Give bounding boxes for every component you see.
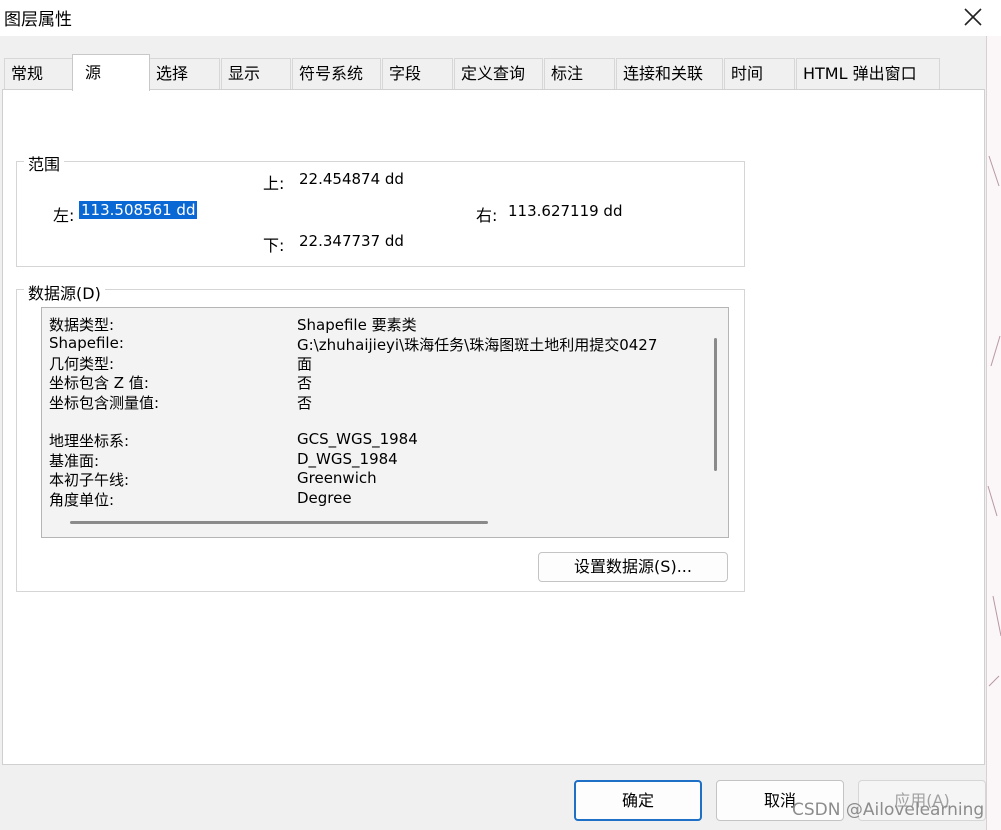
info-value: Shapefile 要素类 (297, 316, 417, 334)
tab-definition-query[interactable]: 定义查询 (454, 58, 543, 89)
extent-legend: 范围 (24, 151, 65, 175)
extent-left-label: 左: (53, 206, 75, 225)
info-value: 否 (297, 394, 313, 412)
tab-time[interactable]: 时间 (724, 58, 795, 89)
extent-bottom-value: 22.347737 dd (299, 232, 404, 250)
close-icon (964, 8, 982, 26)
extent-right-value: 113.627119 dd (508, 202, 623, 220)
window-title: 图层属性 (4, 10, 72, 30)
extent-right-label: 右: (476, 206, 498, 225)
info-key: 本初子午线: (49, 471, 130, 489)
horizontal-scrollbar[interactable] (70, 521, 488, 524)
extent-bottom-label: 下: (263, 236, 285, 255)
tab-joins-relates[interactable]: 连接和关联 (616, 58, 723, 89)
ok-button[interactable]: 确定 (574, 780, 702, 821)
info-key: 坐标包含 Z 值: (49, 374, 149, 392)
tab-strip: 常规 源 选择 显示 符号系统 字段 定义查询 标注 连接和关联 时间 HTML… (0, 54, 986, 91)
extent-left-value[interactable]: 113.508561 dd (79, 201, 198, 219)
tab-selection[interactable]: 选择 (149, 58, 220, 89)
info-value: Greenwich (297, 469, 377, 487)
info-row: 地理坐标系: GCS_WGS_1984 (42, 430, 702, 450)
info-key: 几何类型: (49, 355, 115, 373)
csdn-watermark: CSDN @Ailovelearning (792, 800, 985, 820)
info-row: 坐标包含 Z 值: 否 (42, 372, 702, 392)
tab-labels[interactable]: 标注 (544, 58, 615, 89)
data-source-legend: 数据源(D) (24, 280, 105, 304)
set-data-source-button[interactable]: 设置数据源(S)... (538, 552, 728, 582)
close-button[interactable] (959, 3, 987, 31)
background-window-edge (986, 36, 1001, 830)
info-row: 数据类型: Shapefile 要素类 (42, 314, 702, 334)
info-value: G:\zhuhaijieyi\珠海任务\珠海图斑土地利用提交0427 (297, 336, 658, 354)
info-key: 地理坐标系: (49, 432, 130, 450)
info-key: 基准面: (49, 452, 100, 470)
info-row: 角度单位: Degree (42, 489, 702, 509)
tab-html-popup[interactable]: HTML 弹出窗口 (796, 58, 940, 89)
tab-fields[interactable]: 字段 (382, 58, 453, 89)
info-row: 几何类型: 面 (42, 353, 702, 373)
title-bar: 图层属性 (0, 0, 1001, 36)
info-row: Shapefile: G:\zhuhaijieyi\珠海任务\珠海图斑土地利用提… (42, 334, 702, 354)
tab-general[interactable]: 常规 (4, 58, 74, 89)
info-row: 坐标包含测量值: 否 (42, 392, 702, 412)
data-source-info-box[interactable]: 数据类型: Shapefile 要素类 Shapefile: G:\zhuhai… (41, 307, 729, 538)
extent-top-value: 22.454874 dd (299, 170, 404, 188)
info-row: 基准面: D_WGS_1984 (42, 450, 702, 470)
info-value: Degree (297, 489, 352, 507)
info-key: 角度单位: (49, 491, 115, 509)
tab-symbology[interactable]: 符号系统 (292, 58, 381, 89)
info-value: 否 (297, 374, 313, 392)
vertical-scrollbar[interactable] (714, 338, 717, 471)
info-key: Shapefile: (49, 334, 124, 352)
info-row: 本初子午线: Greenwich (42, 469, 702, 489)
info-key: 坐标包含测量值: (49, 394, 160, 412)
info-key: 数据类型: (49, 316, 115, 334)
tab-source[interactable]: 源 (72, 54, 150, 91)
info-value: 面 (297, 355, 313, 373)
info-row (42, 411, 702, 431)
extent-top-label: 上: (263, 174, 285, 193)
info-value: D_WGS_1984 (297, 450, 398, 468)
tab-display[interactable]: 显示 (221, 58, 291, 89)
info-value: GCS_WGS_1984 (297, 430, 418, 448)
